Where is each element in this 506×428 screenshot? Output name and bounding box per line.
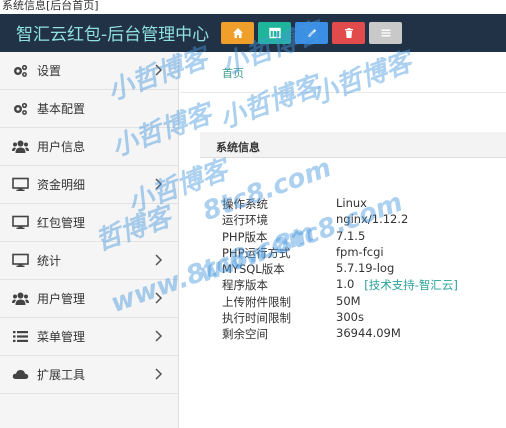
- info-row: PHP运行方式 fpm-fcgi: [222, 245, 458, 261]
- panel-title: 系统信息: [216, 141, 260, 154]
- info-row: MYSQL版本 5.7.19-log: [222, 261, 458, 277]
- breadcrumb-divider: [180, 92, 506, 93]
- trash-icon: [344, 28, 353, 38]
- sidebar-item-extensions[interactable]: 扩展工具: [0, 356, 178, 394]
- main-content: 首页 系统信息 操作系统 Linux 运行环境 nginx/1.12.2 PHP版本…: [180, 52, 506, 428]
- info-key: 执行时间限制: [222, 311, 291, 326]
- gears-icon: [10, 63, 30, 79]
- top-strip: 系统信息[后台首页]: [0, 0, 506, 14]
- info-key: 上传附件限制: [222, 294, 291, 309]
- users-icon: [10, 291, 30, 307]
- sidebar-item-funds[interactable]: 资金明细: [0, 166, 178, 204]
- app-header: 智汇云红包-后台管理中心: [0, 14, 506, 52]
- info-value: nginx/1.12.2: [336, 212, 409, 227]
- monitor-icon: [10, 253, 30, 269]
- sidebar-item-redpacket[interactable]: 红包管理: [0, 204, 178, 242]
- info-row: 运行环境 nginx/1.12.2: [222, 212, 458, 228]
- chevron-right-icon: [155, 330, 163, 342]
- info-key: PHP运行方式: [222, 245, 291, 260]
- sidebar-item-basic-config[interactable]: 基本配置: [0, 90, 178, 128]
- sidebar-item-label: 统计: [37, 254, 62, 268]
- info-row: PHP版本 7.1.5: [222, 229, 458, 245]
- chevron-right-icon: [155, 292, 163, 304]
- sidebar-item-user-manage[interactable]: 用户管理: [0, 280, 178, 318]
- info-key: PHP版本: [222, 229, 268, 244]
- sidebar-item-menu-manage[interactable]: 菜单管理: [0, 318, 178, 356]
- monitor-icon: [10, 215, 30, 231]
- app-title: 智汇云红包-后台管理中心: [16, 25, 210, 45]
- delete-button[interactable]: [332, 22, 365, 44]
- info-key: MYSQL版本: [222, 262, 285, 277]
- sidebar: 设置 基本配置 用户信息 资金明细 红包管理 统计 用户管理 菜单管理 扩展工具: [0, 52, 179, 428]
- info-row: 操作系统 Linux: [222, 196, 458, 212]
- sidebar-item-settings[interactable]: 设置: [0, 52, 178, 90]
- info-value: Linux: [336, 196, 367, 210]
- info-row: 剩余空间 36944.09M: [222, 326, 458, 342]
- chevron-right-icon: [155, 178, 163, 190]
- pencil-icon: [307, 28, 316, 37]
- chevron-right-icon: [155, 64, 163, 76]
- menu-list-button[interactable]: [369, 22, 402, 44]
- info-key: 运行环境: [222, 213, 268, 228]
- info-key: 程序版本: [222, 278, 268, 293]
- info-value: 300s: [336, 310, 364, 325]
- info-value: 7.1.5: [336, 228, 366, 243]
- sidebar-item-label: 基本配置: [37, 102, 86, 116]
- sidebar-item-stats[interactable]: 统计: [0, 242, 178, 280]
- monitor-icon: [10, 177, 30, 193]
- sidebar-item-label: 扩展工具: [37, 368, 86, 382]
- info-value: 36944.09M: [336, 326, 401, 341]
- top-strip-text: 系统信息[后台首页]: [2, 0, 99, 12]
- info-value: 50M: [336, 293, 361, 308]
- chevron-right-icon: [155, 368, 163, 380]
- info-value: fpm-fcgi: [336, 244, 384, 259]
- table-icon: [268, 27, 281, 39]
- chevron-right-icon: [155, 254, 163, 266]
- info-row: 上传附件限制 50M: [222, 294, 458, 310]
- home-button[interactable]: [221, 22, 254, 44]
- home-icon: [232, 28, 243, 38]
- sidebar-item-user-info[interactable]: 用户信息: [0, 128, 178, 166]
- users-icon: [10, 139, 30, 155]
- sidebar-item-label: 设置: [37, 64, 62, 78]
- sidebar-item-label: 红包管理: [37, 216, 86, 230]
- list-icon: [10, 329, 30, 345]
- sidebar-item-label: 用户信息: [37, 140, 86, 154]
- gears-icon: [10, 101, 30, 117]
- panel-header: 系统信息: [200, 132, 506, 158]
- system-info-list: 操作系统 Linux 运行环境 nginx/1.12.2 PHP版本 7.1.5 PH…: [222, 196, 458, 343]
- info-key: 剩余空间: [222, 327, 268, 342]
- sidebar-item-label: 用户管理: [37, 292, 86, 306]
- tech-support-link[interactable]: [技术支持-智汇云]: [364, 277, 458, 293]
- sidebar-item-label: 资金明细: [37, 178, 86, 192]
- table-button[interactable]: [258, 22, 291, 44]
- list-icon: [381, 29, 390, 37]
- info-row: 程序版本 1.0 [技术支持-智汇云]: [222, 277, 458, 293]
- info-value: 1.0: [336, 277, 355, 292]
- info-row: 执行时间限制 300s: [222, 310, 458, 326]
- info-key: 操作系统: [222, 197, 268, 211]
- edit-button[interactable]: [295, 22, 328, 44]
- info-value: 5.7.19-log: [336, 261, 395, 276]
- breadcrumb-home[interactable]: 首页: [222, 65, 244, 81]
- sidebar-item-label: 菜单管理: [37, 330, 86, 344]
- cloud-icon: [10, 367, 30, 383]
